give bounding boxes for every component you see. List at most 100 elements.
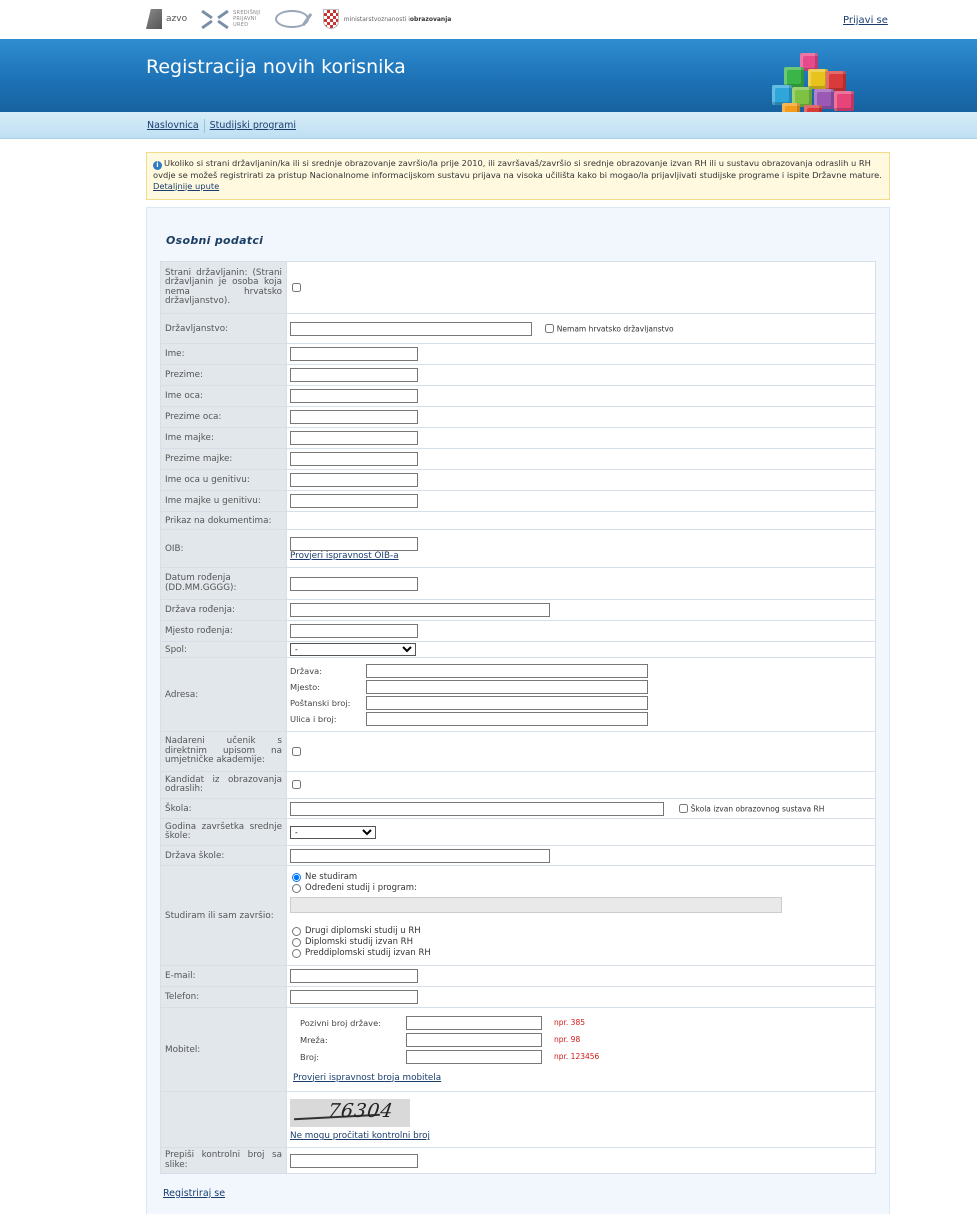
section-title: Osobni podatci — [166, 234, 264, 247]
birth-country-input[interactable] — [290, 603, 550, 617]
no-citizenship-label: Nemam hrvatsko državljanstvo — [556, 324, 674, 333]
mobile-label: Mobitel: — [160, 1007, 287, 1092]
study-none-radio[interactable] — [292, 872, 301, 882]
citizenship-input[interactable] — [290, 321, 532, 336]
detailed-instructions-link[interactable]: Detaljnije upute — [153, 181, 219, 191]
study-program-field — [290, 896, 782, 913]
school-country-label: Država škole: — [160, 845, 287, 866]
email-label: E-mail: — [160, 965, 287, 987]
talented-student-checkbox[interactable] — [292, 746, 301, 756]
login-link[interactable]: Prijavi se — [843, 15, 888, 26]
father-genitive-input[interactable] — [290, 473, 418, 487]
sru-logo-text: SREDIŠNJI PRIJAVNI URED — [233, 10, 261, 28]
ministry-logo-text: ministarstvoznanosti iobrazovanja — [343, 15, 452, 23]
father-last-name-label: Prezime oca: — [160, 406, 287, 428]
address-country-label: Država: — [290, 665, 323, 676]
study-options: Ne studiram Određeni studij i program: D… — [290, 869, 871, 963]
father-genitive-label: Ime oca u genitivu: — [160, 469, 287, 491]
registration-form: Strani državljanin: (Strani državljanin … — [160, 261, 876, 1174]
studying-label: Studiram ili sam završio: — [160, 865, 287, 966]
email-input[interactable] — [290, 969, 418, 983]
phone-label: Telefon: — [160, 986, 287, 1008]
header-banner: Registracija novih korisnika — [0, 39, 977, 119]
mobile-country-code-input[interactable] — [406, 1015, 542, 1030]
address-fields: Država: Mjesto: Poštanski broj: Ulica i … — [290, 662, 871, 728]
ncvvo-logo — [274, 10, 309, 28]
main-nav: Naslovnica Studijski programi — [0, 112, 977, 139]
oib-input[interactable] — [290, 536, 418, 551]
father-name-input[interactable] — [290, 389, 418, 403]
sru-logo: SREDIŠNJI PRIJAVNI URED — [201, 8, 261, 30]
page-title: Registracija novih korisnika — [146, 56, 406, 78]
address-street-label: Ulica i broj: — [290, 713, 337, 724]
school-outside-label: Škola izvan obrazovnog sustava RH — [690, 804, 825, 813]
school-input[interactable] — [290, 801, 664, 816]
birth-place-label: Mjesto rođenja: — [160, 620, 287, 642]
citizenship-label: Državljanstvo: — [160, 313, 287, 344]
study-other-grad-radio[interactable] — [292, 926, 301, 936]
document-display-label: Prikaz na dokumentima: — [160, 511, 287, 530]
azvo-logo-mark — [146, 9, 162, 29]
mother-genitive-label: Ime majke u genitivu: — [160, 490, 287, 512]
study-specific-label: Određeni studij i program: — [305, 883, 417, 893]
first-name-input[interactable] — [290, 347, 418, 361]
birth-place-input[interactable] — [290, 624, 418, 638]
study-undergrad-abroad-label: Preddiplomski studij izvan RH — [305, 948, 431, 958]
school-country-input[interactable] — [290, 848, 550, 863]
talented-student-label: Nadareni učenik s direktnim upisom na um… — [160, 731, 287, 772]
school-label: Škola: — [160, 798, 287, 819]
mother-genitive-input[interactable] — [290, 494, 418, 508]
address-country-input[interactable] — [366, 663, 648, 678]
address-label: Adresa: — [160, 657, 287, 732]
mobile-number-hint: npr. 123456 — [554, 1052, 600, 1061]
study-none-label: Ne studiram — [305, 872, 358, 882]
address-street-input[interactable] — [366, 711, 648, 726]
nav-study-programs[interactable]: Studijski programi — [205, 119, 301, 133]
captcha-image: 76304 — [290, 1099, 410, 1127]
mother-name-label: Ime majke: — [160, 427, 287, 449]
graduation-year-select[interactable]: - — [290, 825, 376, 839]
mother-last-name-input[interactable] — [290, 452, 418, 466]
birth-country-label: Država rođenja: — [160, 599, 287, 621]
last-name-input[interactable] — [290, 368, 418, 382]
arrows-icon — [201, 8, 229, 30]
mobile-check-link[interactable]: Provjeri ispravnost broja mobitela — [293, 1073, 441, 1083]
study-grad-abroad-radio[interactable] — [292, 937, 301, 947]
oib-label: OIB: — [160, 529, 287, 568]
notice-text: Ukoliko si strani državljanin/ka ili si … — [153, 158, 882, 180]
first-name-label: Ime: — [160, 343, 287, 365]
foreign-citizen-label: Strani državljanin: (Strani državljanin … — [160, 261, 287, 314]
oib-check-link[interactable]: Provjeri ispravnost OIB-a — [290, 551, 399, 561]
address-postal-input[interactable] — [366, 695, 648, 710]
foreign-citizen-checkbox[interactable] — [292, 282, 301, 292]
address-place-label: Mjesto: — [290, 681, 321, 692]
mobile-network-label: Mreža: — [300, 1034, 328, 1045]
address-place-input[interactable] — [366, 679, 648, 694]
phone-input[interactable] — [290, 990, 418, 1004]
last-name-label: Prezime: — [160, 364, 287, 386]
mother-name-input[interactable] — [290, 431, 418, 445]
father-last-name-input[interactable] — [290, 410, 418, 424]
captcha-text: 76304 — [326, 1100, 395, 1122]
birth-date-input[interactable] — [290, 576, 418, 591]
mobile-number-input[interactable] — [406, 1049, 542, 1064]
mobile-network-input[interactable] — [406, 1032, 542, 1047]
mobile-network-hint: npr. 98 — [554, 1035, 581, 1044]
info-icon: i — [153, 161, 162, 170]
register-link[interactable]: Registriraj se — [163, 1188, 225, 1199]
study-undergrad-abroad-radio[interactable] — [292, 948, 301, 958]
captcha-input[interactable] — [290, 1153, 418, 1168]
croatian-coat-of-arms-icon — [322, 9, 339, 29]
mobile-number-label: Broj: — [300, 1051, 320, 1062]
adult-education-label: Kandidat iz obrazovanja odraslih: — [160, 771, 287, 799]
gender-select[interactable]: - — [290, 643, 416, 656]
school-outside-checkbox[interactable] — [678, 804, 688, 813]
azvo-logo-text: azvo — [166, 14, 188, 24]
study-grad-abroad-label: Diplomski studij izvan RH — [305, 937, 413, 947]
no-citizenship-checkbox[interactable] — [544, 324, 554, 333]
captcha-cant-read-link[interactable]: Ne mogu pročitati kontrolni broj — [290, 1131, 430, 1141]
nav-home[interactable]: Naslovnica — [142, 118, 205, 133]
study-specific-radio[interactable] — [292, 883, 301, 893]
study-other-grad-label: Drugi diplomski studij u RH — [305, 926, 421, 936]
adult-education-checkbox[interactable] — [292, 780, 301, 789]
